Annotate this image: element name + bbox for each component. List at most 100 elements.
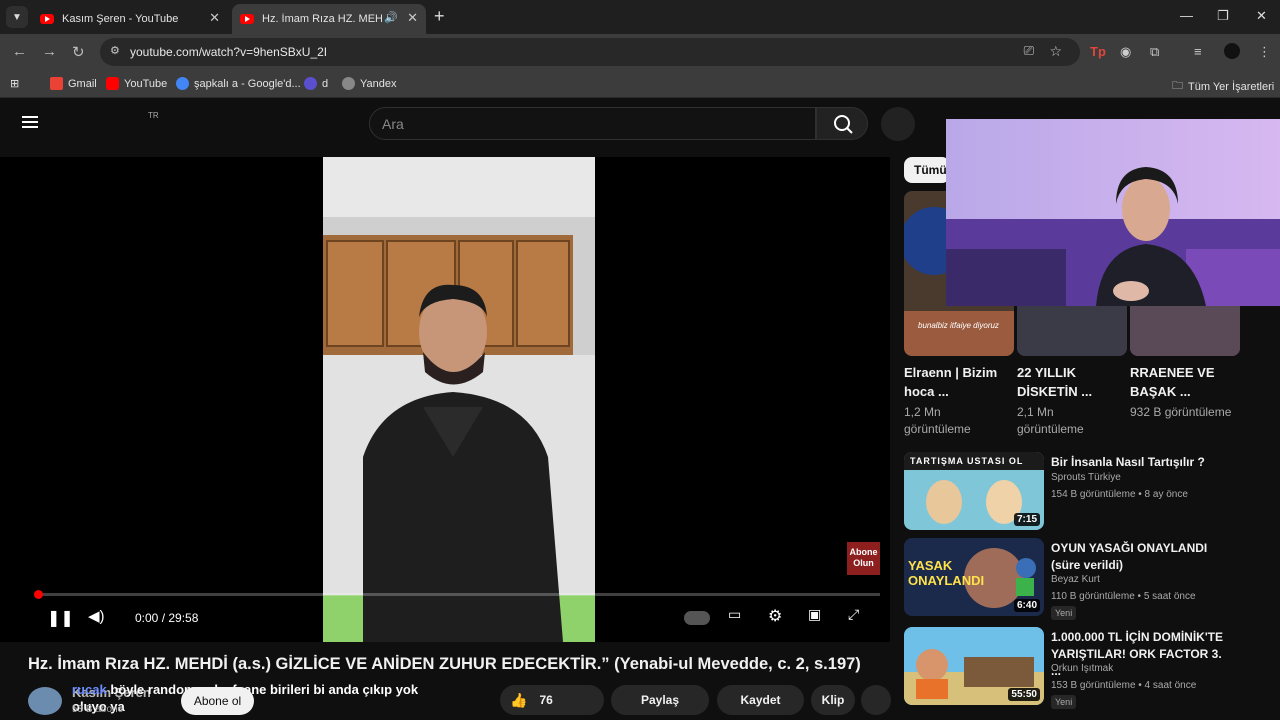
audio-playing-icon[interactable]: 🔊 [384, 11, 398, 24]
rec-channel[interactable]: Beyaz Kurt [1051, 574, 1100, 585]
new-badge: Yeni [1051, 695, 1077, 709]
clip-button[interactable]: Klip [811, 685, 855, 715]
profile-avatar[interactable] [1224, 43, 1240, 59]
recommendation-item[interactable]: TARTIŞMA USTASI OL 7:15 Bir İnsanla Nası… [904, 452, 1234, 532]
webcam-overlay [946, 119, 1280, 306]
rec-title[interactable]: Bir İnsanla Nasıl Tartışılır ? [1051, 454, 1231, 471]
theater-mode-icon[interactable]: ▣ [808, 606, 821, 623]
tab-title: Kasım Şeren - YouTube [62, 13, 179, 25]
channel-avatar[interactable] [28, 687, 62, 715]
site-info-icon[interactable]: ⚙ [110, 44, 120, 57]
globe-icon [342, 77, 355, 90]
subscribe-button[interactable]: Abone ol [181, 687, 254, 715]
close-tab-icon[interactable]: ✕ [407, 10, 418, 26]
search-button[interactable] [816, 107, 868, 140]
bookmark-star-icon[interactable]: ☆ [1049, 43, 1062, 60]
address-bar[interactable]: ⚙ youtube.com/watch?v=9henSBxU_2I ⎚ ☆ [100, 38, 1080, 66]
extension-icon[interactable]: Tp [1090, 44, 1106, 59]
all-bookmarks[interactable]: 🗀 Tüm Yer İşaretleri [1172, 77, 1274, 96]
bookmark-site-icon [304, 77, 317, 90]
media-control-icon[interactable]: ≡ [1194, 44, 1202, 59]
tab-search-button[interactable]: ▼ [6, 6, 28, 28]
short-views: 2,1 Mn görüntüleme [1017, 405, 1084, 436]
youtube-icon [106, 77, 119, 90]
short-title[interactable]: Elraenn | Bizim hoca ... [904, 363, 1009, 401]
new-tab-button[interactable]: + [434, 6, 445, 27]
apps-grid-icon[interactable]: ⊞ [10, 77, 19, 90]
extensions-puzzle-icon[interactable]: ⧉ [1150, 44, 1159, 60]
minimize-icon[interactable]: — [1180, 8, 1193, 23]
tab-current-video[interactable]: Hz. İmam Rıza HZ. MEHDİ ( 🔊 ✕ [232, 4, 426, 34]
video-thumbnail[interactable]: TARTIŞMA USTASI OL 7:15 [904, 452, 1044, 530]
chat-username: rucak [72, 682, 107, 697]
like-count: 76 [539, 693, 553, 707]
rec-title[interactable]: OYUN YASAĞI ONAYLANDI (süre verildi) [1051, 540, 1231, 574]
address-toolbar: ← → ↻ ⚙ youtube.com/watch?v=9henSBxU_2I … [0, 34, 1280, 70]
subscribe-watermark[interactable]: Abone Olun [847, 542, 880, 575]
search-box[interactable] [369, 107, 816, 140]
short-views: 1,2 Mn görüntüleme [904, 405, 971, 436]
voice-search-button[interactable] [881, 107, 915, 141]
back-icon[interactable]: ← [12, 43, 27, 60]
bookmarks-bar: ⊞ Gmail YouTube şapkalı a - Google'd... … [0, 70, 1280, 98]
bookmark-yandex[interactable]: Yandex [342, 77, 397, 90]
install-app-icon[interactable]: ⎚ [1024, 43, 1034, 59]
chevron-down-icon: ▼ [12, 11, 22, 23]
google-icon [176, 77, 189, 90]
short-caption: bunalbiz itfaiye diyoruz [918, 321, 999, 330]
bookmark-youtube[interactable]: YouTube [106, 77, 167, 90]
video-frame [323, 157, 595, 642]
recommendation-item[interactable]: YASAK ONAYLANDI 6:40 OYUN YASAĞI ONAYLAN… [904, 538, 1234, 620]
more-menu-icon[interactable]: ⋮ [1258, 44, 1271, 60]
extension-icon[interactable]: ◉ [1120, 44, 1131, 60]
rec-channel[interactable]: Orkun Işıtmak [1051, 663, 1113, 674]
tab-kasim-seren[interactable]: Kasım Şeren - YouTube ✕ [32, 4, 228, 34]
video-title: Hz. İmam Rıza HZ. MEHDİ (a.s.) GİZLİCE V… [28, 655, 861, 673]
settings-gear-icon[interactable]: ⚙ [768, 606, 782, 626]
rec-meta: 110 B görüntüleme • 5 saat önce [1051, 591, 1196, 602]
rec-meta: 153 B görüntüleme • 4 saat önce [1051, 680, 1197, 691]
chat-overlay-message: rucak böyle random çok efsane birileri b… [72, 681, 452, 715]
fullscreen-icon[interactable]: ⤢ [848, 606, 859, 623]
video-thumbnail[interactable]: YASAK ONAYLANDI 6:40 [904, 538, 1044, 616]
youtube-favicon-icon [40, 14, 54, 24]
thumbs-up-icon: 👍 [510, 691, 528, 708]
bookmark-gmail[interactable]: Gmail [50, 77, 97, 90]
recommendation-item[interactable]: 55:50 1.000.000 TL İÇİN DOMİNİK'TE YARIŞ… [904, 627, 1234, 709]
video-thumbnail[interactable]: 55:50 [904, 627, 1044, 705]
gmail-icon [50, 77, 63, 90]
country-code: TR [148, 111, 159, 120]
webcam-scene [946, 119, 1280, 306]
close-tab-icon[interactable]: ✕ [209, 10, 220, 26]
progress-bar[interactable] [34, 590, 880, 599]
more-actions-button[interactable] [861, 685, 891, 715]
video-scene [323, 157, 595, 642]
bookmark-google[interactable]: şapkalı a - Google'd... [176, 77, 301, 90]
volume-icon[interactable]: ◀) [88, 607, 105, 625]
reload-icon[interactable]: ↻ [72, 43, 85, 61]
search-input[interactable] [382, 116, 802, 132]
like-button[interactable]: 👍 76 [500, 685, 604, 715]
chip-all[interactable]: Tümü [904, 157, 950, 183]
short-title[interactable]: RRAENEE VE BAŞAK ... [1130, 363, 1235, 401]
progress-scrubber[interactable] [34, 590, 43, 599]
video-player[interactable]: Abone Olun ❚❚ ◀) 0:00 / 29:58 ▭ ⚙ ▣ ⤢ [0, 157, 890, 642]
hamburger-menu-icon[interactable] [22, 116, 38, 128]
bookmark-d[interactable]: d [304, 77, 328, 90]
url-text[interactable]: youtube.com/watch?v=9henSBxU_2I [130, 45, 327, 59]
duration-badge: 7:15 [1013, 513, 1040, 526]
autoplay-toggle[interactable] [684, 611, 710, 625]
short-views: 932 B görüntüleme [1130, 405, 1232, 419]
browser-tab-bar: ▼ Kasım Şeren - YouTube ✕ Hz. İmam Rıza … [0, 0, 1280, 34]
time-display: 0:00 / 29:58 [135, 611, 199, 625]
subtitles-icon[interactable]: ▭ [728, 606, 741, 623]
rec-channel[interactable]: Sprouts Türkiye [1051, 472, 1121, 483]
short-title[interactable]: 22 YILLIK DİSKETİN ... [1017, 363, 1122, 401]
save-button[interactable]: Kaydet [717, 685, 804, 715]
maximize-icon[interactable]: ❐ [1217, 8, 1229, 24]
pause-icon[interactable]: ❚❚ [47, 608, 74, 628]
folder-icon: 🗀 [1172, 80, 1183, 92]
forward-icon[interactable]: → [42, 43, 57, 60]
close-window-icon[interactable]: ✕ [1256, 8, 1267, 24]
share-button[interactable]: Paylaş [611, 685, 709, 715]
